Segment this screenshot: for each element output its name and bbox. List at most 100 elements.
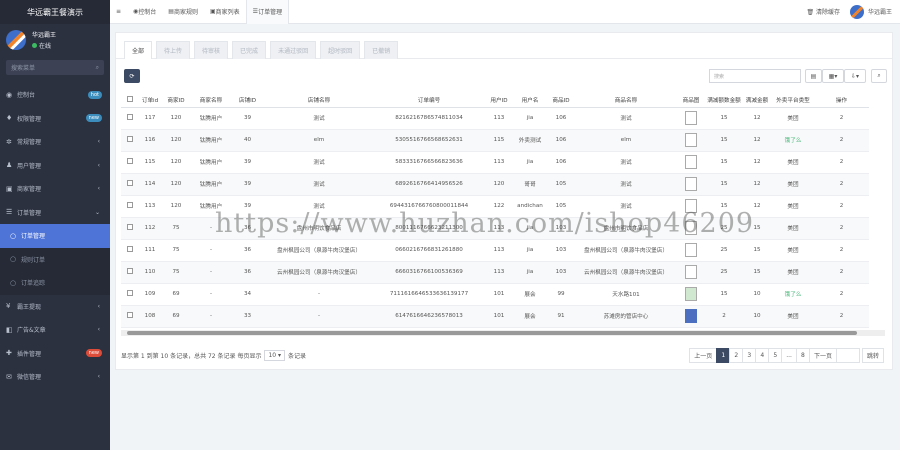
sidebar-item[interactable]: ¥ 霸王提现 ‹ [0,295,110,319]
page-jump-button[interactable]: 跳转 [861,347,884,363]
sidebar-item[interactable]: ✚ 插件管理 new [0,342,110,366]
select-all-checkbox[interactable] [121,93,139,108]
scrollbar-thumb[interactable] [127,331,857,335]
menu-toggle-icon[interactable]: ≡ [110,0,127,24]
status-tab[interactable]: 已撤销 [364,41,399,59]
page-button[interactable]: 下一页 [808,347,837,363]
table-cell: 7111616646533636139177 [374,283,484,306]
row-checkbox[interactable] [121,217,139,240]
table-cell: 111 [139,239,161,262]
table-cell: 12 [742,195,772,218]
row-checkbox[interactable] [121,283,139,306]
sidebar-item-label: 插件管理 [17,350,42,358]
table-cell: 10 [742,283,772,306]
page-button[interactable]: 8 [795,347,810,363]
table-cell: 12 [742,129,772,152]
table-cell: 盘州枫园公司（泉源牛肉汉堡店） [264,239,374,262]
row-checkbox[interactable] [121,107,139,130]
search-icon[interactable]: ⌕ [96,64,99,72]
status-tab[interactable]: 未通过驳回 [270,41,317,59]
checkbox[interactable] [127,224,133,230]
checkbox[interactable] [127,158,133,164]
row-checkbox[interactable] [121,173,139,196]
table-cell [676,173,706,196]
page-button[interactable]: 2 [729,347,744,363]
row-checkbox[interactable] [121,239,139,262]
row-checkbox[interactable] [121,151,139,174]
product-image [685,265,697,279]
column-header: 店铺ID [231,93,264,108]
top-tab[interactable]: ☰ 订单管理 [245,0,290,24]
horizontal-scrollbar[interactable] [121,330,885,336]
checkbox[interactable] [127,290,133,296]
table-cell: 美团 [772,217,814,240]
page-size-select[interactable]: 10 ▾ [264,349,286,361]
page-jump-input[interactable] [835,347,860,363]
brand-title[interactable]: 华远霸王餐演示 [0,0,110,24]
table-cell: 106 [546,129,576,152]
top-tab[interactable]: ▤ 商家规则 [162,0,204,24]
sidebar-item[interactable]: ✲ 常规管理 ‹ [0,130,110,154]
user-icon: ♟ [6,161,13,170]
page-button[interactable]: ... [781,347,797,363]
checkbox[interactable] [127,180,133,186]
view-toggle-button[interactable]: ▤ [805,69,822,83]
checkbox[interactable] [127,268,133,274]
checkbox[interactable] [127,136,133,142]
table-cell: 75 [161,239,191,262]
clear-cache-button[interactable]: 🗑 清除缓存 [806,7,840,16]
sidebar-item[interactable]: ☰ 订单管理 ⌄ [0,201,110,225]
site-user[interactable]: 华远霸王 [849,4,892,19]
row-checkbox[interactable] [121,129,139,152]
sidebar-item[interactable]: ♦ 权限管理 new [0,107,110,131]
sidebar-item[interactable]: ✉ 微信管理 ‹ [0,365,110,389]
top-tab[interactable]: ◉ 控制台 [127,0,162,24]
sidebar-item[interactable]: ○ 订单追踪 [0,271,110,295]
circle-icon: ○ [10,255,17,264]
search-input[interactable]: 搜索 [709,69,801,83]
refresh-button[interactable]: ⟳ [124,69,140,83]
top-tab[interactable]: ▣ 商家列表 [204,0,246,24]
sidebar-item[interactable]: ○ 规则订单 [0,247,110,271]
table-cell: 99 [546,283,576,306]
export-button[interactable]: ⇩▾ [844,69,866,83]
row-checkbox[interactable] [121,305,139,328]
table-cell: - [264,305,374,328]
search-button[interactable]: ⌕ [871,69,887,83]
checkbox[interactable] [127,312,133,318]
row-checkbox[interactable] [121,261,139,284]
status-tab[interactable]: 待审核 [194,41,229,59]
status-tab[interactable]: 超时驳回 [320,41,361,59]
sidebar-search-input[interactable]: 搜索菜单 ⌕ [6,60,104,75]
table-cell: 112 [139,217,161,240]
page-button[interactable]: 上一页 [689,347,718,363]
sidebar-item[interactable]: ○ 订单管理 [0,224,110,248]
sidebar-item[interactable]: ◧ 广告&文章 ‹ [0,318,110,342]
table-cell: 103 [546,217,576,240]
sidebar-item[interactable]: ▣ 商家管理 ‹ [0,177,110,201]
checkbox[interactable] [127,246,133,252]
row-checkbox[interactable] [121,195,139,218]
record-suffix: 条记录 [288,352,307,360]
page-button[interactable]: 3 [742,347,757,363]
checkbox[interactable] [127,202,133,208]
sidebar-item-label: 订单管理 [17,209,42,217]
checkbox[interactable] [127,114,133,120]
table-cell: 5833316766566823636 [374,151,484,174]
sidebar-item[interactable]: ◉ 控制台 hot [0,83,110,107]
sidebar-item[interactable]: ♟ 用户管理 ‹ [0,154,110,178]
columns-button[interactable]: ▦▾ [822,69,844,83]
table-cell: 2 [814,283,869,306]
status-tab[interactable]: 全部 [124,41,153,59]
page-button[interactable]: 5 [768,347,783,363]
table-cell: 2 [814,305,869,328]
checkbox[interactable] [127,95,133,102]
status-tab[interactable]: 已完成 [232,41,267,59]
table-cell: 钛腾用户 [191,173,231,196]
table-cell: 105 [546,195,576,218]
status-tab[interactable]: 待上传 [156,41,191,59]
table-row: 115 120 钛腾用户 39 测试 5833316766566823636 113 jia 1… [121,151,869,174]
page-button[interactable]: 1 [716,347,731,363]
page-button[interactable]: 4 [755,347,770,363]
plugin-icon: ✚ [6,349,12,358]
